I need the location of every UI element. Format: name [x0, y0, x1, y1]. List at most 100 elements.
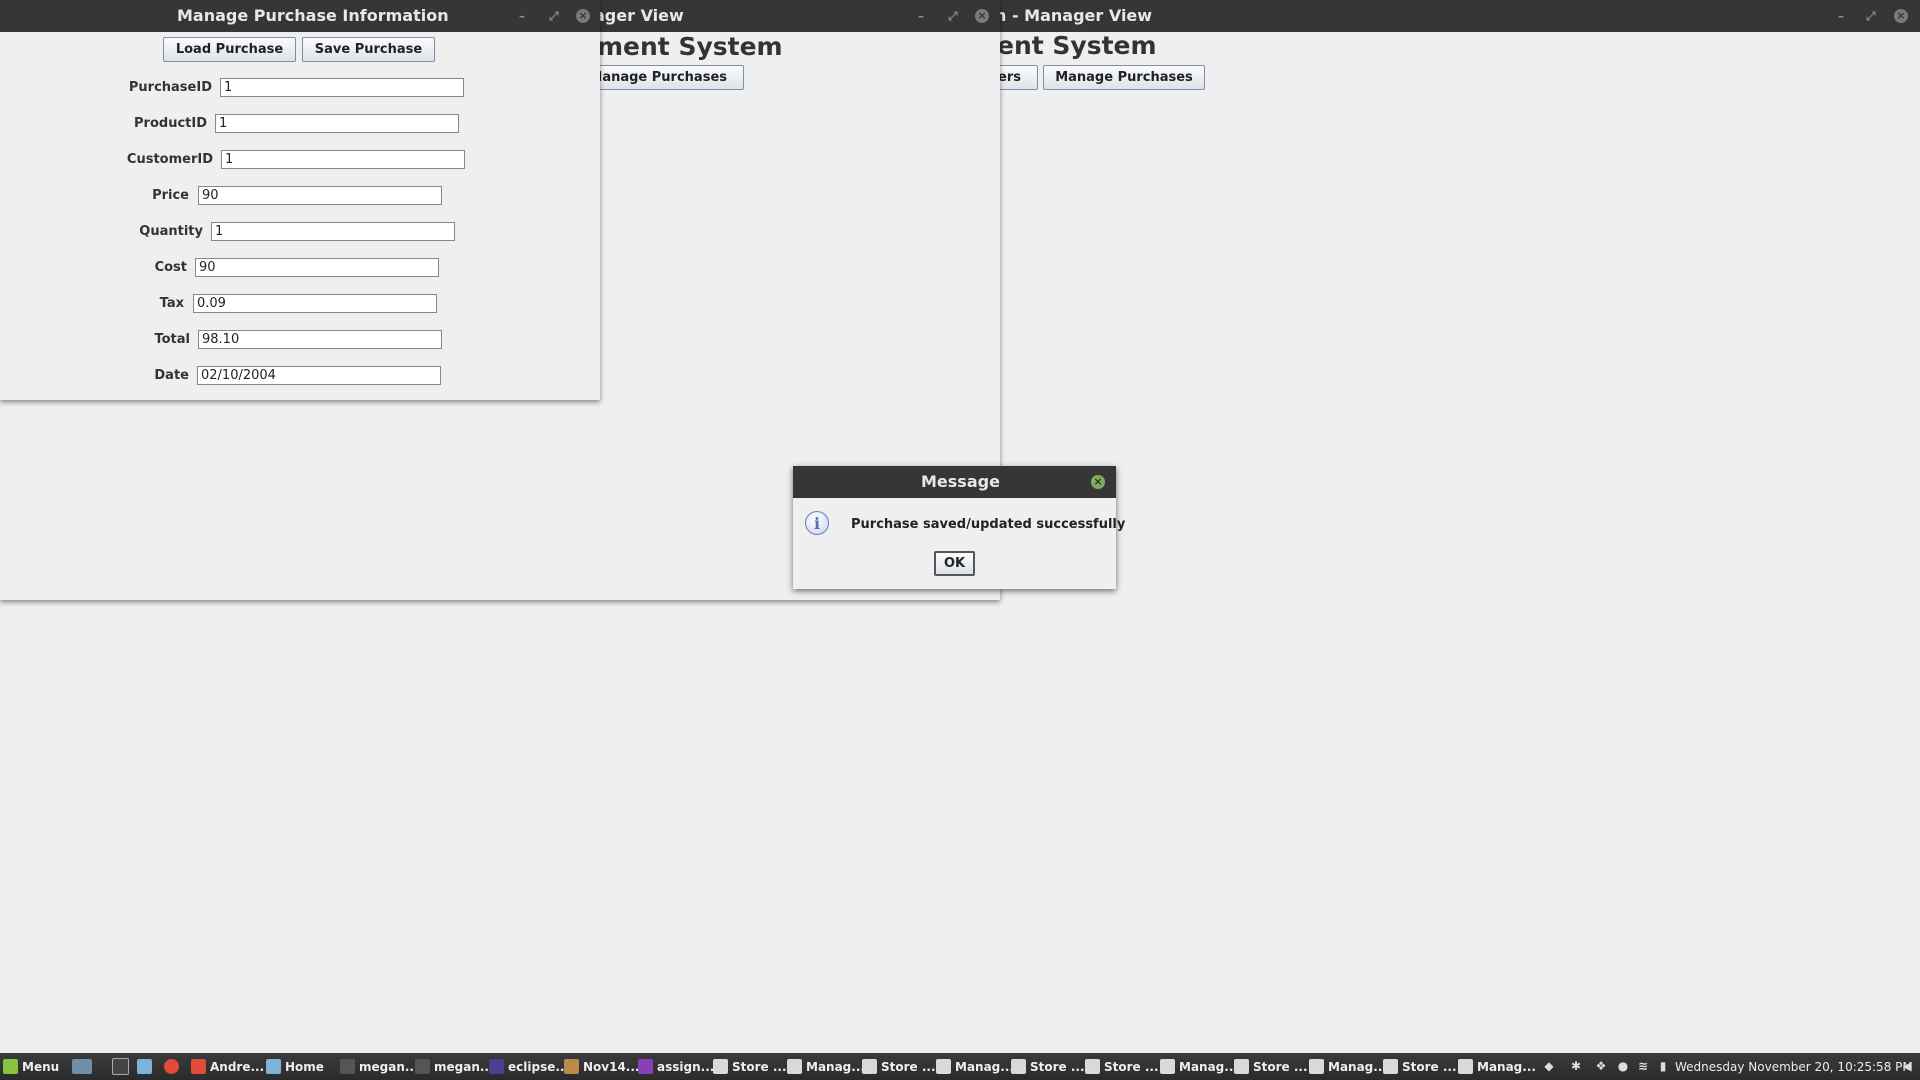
- taskbar-item[interactable]: Andre...: [191, 1053, 264, 1080]
- dialog-titlebar[interactable]: Message ×: [793, 466, 1116, 498]
- taskbar-item-label: Manag...: [806, 1059, 865, 1074]
- load-purchase-button[interactable]: Load Purchase: [163, 37, 296, 62]
- java-icon: [713, 1059, 728, 1074]
- close-icon[interactable]: ×: [975, 9, 989, 23]
- taskbar-item[interactable]: megan...: [415, 1053, 494, 1080]
- eclipse-icon: [489, 1059, 504, 1074]
- taskbar-item[interactable]: Manag...: [1160, 1053, 1238, 1080]
- date-field[interactable]: 02/10/2004: [197, 366, 441, 385]
- user-icon[interactable]: ●: [1616, 1059, 1630, 1073]
- taskbar-item[interactable]: Store ...: [1011, 1053, 1085, 1080]
- battery-icon[interactable]: ▮: [1656, 1059, 1670, 1073]
- taskbar-item-label: Manag...: [1179, 1059, 1238, 1074]
- terminal-icon: [340, 1059, 355, 1074]
- maximize-icon[interactable]: ⤢: [948, 0, 958, 32]
- total-field[interactable]: 98.10: [198, 330, 442, 349]
- taskbar-item-label: megan...: [359, 1059, 419, 1074]
- show-desktop-button[interactable]: [72, 1053, 96, 1080]
- volume-icon[interactable]: ◀: [1900, 1059, 1914, 1073]
- dialog-message: Purchase saved/updated successfully: [851, 517, 1126, 532]
- cost-field[interactable]: 90: [195, 258, 439, 277]
- quantity-field[interactable]: 1: [211, 222, 455, 241]
- ok-button[interactable]: OK: [934, 551, 975, 576]
- wifi-icon[interactable]: ≋: [1636, 1059, 1650, 1073]
- taskbar-item-label: Manag...: [1328, 1059, 1387, 1074]
- minimize-icon[interactable]: –: [918, 0, 924, 32]
- taskbar-item-label: Andre...: [210, 1059, 265, 1074]
- manage-purchases-button[interactable]: Manage Purchases: [580, 65, 744, 90]
- maximize-icon[interactable]: ⤢: [549, 0, 559, 32]
- minimize-icon[interactable]: –: [1838, 0, 1844, 32]
- price-label: Price: [152, 188, 189, 203]
- taskbar-item-label: Store ...: [1104, 1059, 1159, 1074]
- taskbar-item[interactable]: Store ...: [862, 1053, 936, 1080]
- message-dialog: Message × i Purchase saved/updated succe…: [793, 466, 1125, 589]
- manage-purchases-button[interactable]: Manage Purchases: [1043, 65, 1205, 90]
- taskbar-item[interactable]: Store ...: [1383, 1053, 1457, 1080]
- taskbar-item-label: Store ...: [1030, 1059, 1085, 1074]
- terminal-icon: [415, 1059, 430, 1074]
- java-icon: [1011, 1059, 1026, 1074]
- window-title: n - Manager View: [995, 6, 1153, 25]
- taskbar-item[interactable]: assign...: [638, 1053, 714, 1080]
- minimize-icon[interactable]: –: [519, 0, 525, 32]
- customerid-label: CustomerID: [126, 152, 213, 167]
- purchaseid-field[interactable]: 1: [220, 78, 464, 97]
- taskbar-item[interactable]: Manag...: [1309, 1053, 1387, 1080]
- taskbar-item[interactable]: Manag...: [1458, 1053, 1536, 1080]
- page-heading: ment System: [597, 32, 783, 61]
- window-title: Manage Purchase Information: [177, 6, 449, 25]
- tax-label: Tax: [159, 296, 184, 311]
- window-titlebar[interactable]: Manage Purchase Information – ⤢ ×: [0, 0, 600, 32]
- taskbar-item[interactable]: Nov14....: [564, 1053, 644, 1080]
- clock[interactable]: Wednesday November 20, 10:25:58 PM: [1675, 1053, 1913, 1080]
- taskbar-item[interactable]: Manag...: [787, 1053, 865, 1080]
- taskbar-item[interactable]: Store ...: [713, 1053, 787, 1080]
- date-label: Date: [154, 368, 189, 383]
- bluetooth-icon[interactable]: ✱: [1569, 1059, 1583, 1073]
- taskbar-item[interactable]: Store ...: [1234, 1053, 1308, 1080]
- maximize-icon[interactable]: ⤢: [1866, 0, 1876, 32]
- java-icon: [1309, 1059, 1324, 1074]
- info-icon: i: [805, 511, 829, 535]
- quantity-label: Quantity: [139, 224, 203, 239]
- taskbar-item-label: eclipse...: [508, 1059, 570, 1074]
- dropbox-icon[interactable]: ❖: [1594, 1059, 1608, 1073]
- java-icon: [862, 1059, 877, 1074]
- customerid-field[interactable]: 1: [221, 150, 465, 169]
- taskbar-item-label: Store ...: [1402, 1059, 1457, 1074]
- ide-icon: [638, 1059, 653, 1074]
- taskbar-item[interactable]: Store ...: [1085, 1053, 1159, 1080]
- productid-label: ProductID: [134, 116, 207, 131]
- shield-icon[interactable]: ◆: [1542, 1059, 1556, 1073]
- java-icon: [1160, 1059, 1175, 1074]
- productid-field[interactable]: 1: [215, 114, 459, 133]
- taskbar-item[interactable]: megan...: [340, 1053, 419, 1080]
- launcher-files[interactable]: [137, 1053, 156, 1080]
- close-icon[interactable]: ×: [1894, 9, 1908, 23]
- folder-icon: [137, 1059, 152, 1074]
- taskbar-item-label: Nov14....: [583, 1059, 645, 1074]
- taskbar-item[interactable]: Manag...: [936, 1053, 1014, 1080]
- close-icon[interactable]: ×: [576, 9, 590, 23]
- taskbar-item-label: megan...: [434, 1059, 494, 1074]
- desktop-icon: [72, 1059, 92, 1074]
- launcher-chrome[interactable]: [164, 1053, 183, 1080]
- launcher-terminal[interactable]: [112, 1053, 133, 1080]
- close-icon[interactable]: ×: [1091, 475, 1105, 489]
- folder-icon: [266, 1059, 281, 1074]
- cost-label: Cost: [154, 260, 187, 275]
- taskbar-item[interactable]: eclipse...: [489, 1053, 569, 1080]
- total-label: Total: [154, 332, 190, 347]
- taskbar-item[interactable]: Home: [266, 1053, 324, 1080]
- page-heading: ent System: [997, 31, 1157, 60]
- java-icon: [1234, 1059, 1249, 1074]
- start-menu-button[interactable]: Menu: [3, 1053, 59, 1080]
- price-field[interactable]: 90: [198, 186, 442, 205]
- java-icon: [1085, 1059, 1100, 1074]
- taskbar-item-label: Store ...: [1253, 1059, 1308, 1074]
- tax-field[interactable]: 0.09: [193, 294, 437, 313]
- save-purchase-button[interactable]: Save Purchase: [302, 37, 435, 62]
- dialog-title: Message: [921, 472, 1000, 491]
- terminal-icon: [112, 1058, 129, 1075]
